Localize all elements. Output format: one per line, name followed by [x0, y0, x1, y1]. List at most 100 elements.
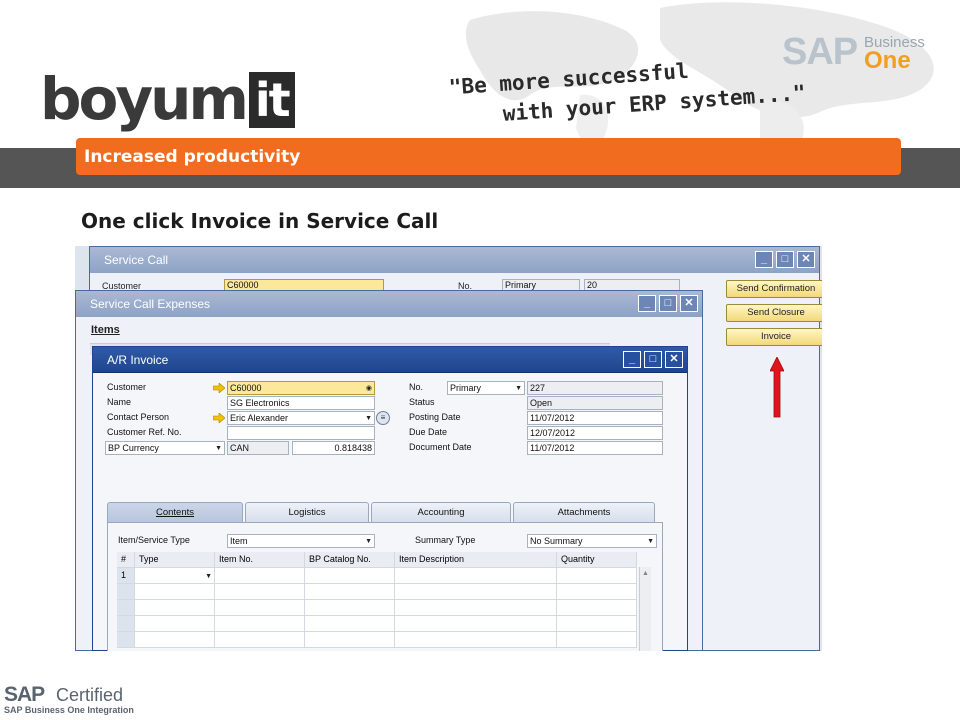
catalog-no-cell[interactable] [305, 632, 395, 647]
invoice-button[interactable]: Invoice [726, 328, 822, 346]
currency-code-field: CAN [227, 441, 289, 455]
logo-it-box: it [248, 72, 295, 128]
quantity-cell[interactable] [557, 632, 637, 647]
item-service-type-select[interactable]: Item ▼ [227, 534, 375, 548]
sap-logo-one: One [864, 47, 911, 74]
description-cell[interactable] [395, 600, 557, 615]
maximize-icon[interactable]: □ [659, 295, 677, 312]
tab-accounting[interactable]: Accounting [371, 502, 511, 522]
chevron-down-icon[interactable]: ▼ [647, 536, 654, 547]
table-row[interactable] [117, 616, 637, 632]
chevron-down-icon[interactable]: ▼ [365, 536, 372, 547]
catalog-no-cell[interactable] [305, 600, 395, 615]
link-arrow-icon[interactable] [213, 383, 225, 393]
tab-contents[interactable]: Contents [107, 502, 243, 522]
doc-series-select[interactable]: Primary ▼ [447, 381, 525, 395]
quantity-cell[interactable] [557, 584, 637, 599]
exchange-rate-field[interactable]: 0.818438 [292, 441, 375, 455]
contact-person-label: Contact Person [107, 412, 170, 422]
send-closure-button[interactable]: Send Closure [726, 304, 822, 322]
customer-field[interactable]: C60000 ◉ [227, 381, 375, 395]
column-header[interactable]: Item No. [215, 552, 305, 567]
type-cell[interactable] [135, 632, 215, 647]
name-field[interactable]: SG Electronics [227, 396, 375, 410]
page-title: One click Invoice in Service Call [81, 209, 439, 233]
description-cell[interactable] [395, 632, 557, 647]
invoice-title: A/R Invoice [107, 353, 169, 367]
status-label: Status [409, 397, 435, 407]
row-number [117, 616, 135, 631]
sap-business-one-logo: SAP Business One [782, 32, 932, 78]
chevron-down-icon[interactable]: ▼ [365, 413, 372, 424]
chevron-down-icon[interactable]: ▼ [215, 443, 222, 454]
quantity-cell[interactable] [557, 600, 637, 615]
description-cell[interactable] [395, 616, 557, 631]
minimize-icon[interactable]: _ [623, 351, 641, 368]
invoice-titlebar: A/R Invoice _ □ ✕ [93, 347, 687, 373]
item-no-cell[interactable] [215, 632, 305, 647]
table-row[interactable] [117, 600, 637, 616]
item-no-cell[interactable] [215, 584, 305, 599]
expenses-title: Service Call Expenses [90, 297, 211, 311]
table-row[interactable] [117, 584, 637, 600]
maximize-icon[interactable]: □ [644, 351, 662, 368]
contact-person-value: Eric Alexander [230, 413, 289, 423]
grid-header-row: # Type Item No. BP Catalog No. Item Desc… [117, 552, 637, 568]
type-cell[interactable] [135, 616, 215, 631]
chevron-down-icon[interactable]: ▼ [205, 569, 212, 583]
bp-currency-select[interactable]: BP Currency ▼ [105, 441, 225, 455]
tab-attachments[interactable]: Attachments [513, 502, 655, 522]
type-cell[interactable]: ▼ [135, 568, 215, 583]
catalog-no-cell[interactable] [305, 568, 395, 583]
document-date-field[interactable]: 11/07/2012 [527, 441, 663, 455]
type-cell[interactable] [135, 600, 215, 615]
bp-currency-label: BP Currency [108, 443, 159, 453]
item-no-cell[interactable] [215, 600, 305, 615]
type-cell[interactable] [135, 584, 215, 599]
scroll-up-icon[interactable]: ▲ [640, 567, 651, 581]
column-header[interactable]: # [117, 552, 135, 567]
contact-details-icon[interactable]: ≡ [376, 411, 390, 425]
close-icon[interactable]: ✕ [680, 295, 698, 312]
description-cell[interactable] [395, 568, 557, 583]
link-arrow-icon[interactable] [213, 413, 225, 423]
minimize-icon[interactable]: _ [638, 295, 656, 312]
posting-date-field[interactable]: 11/07/2012 [527, 411, 663, 425]
summary-type-select[interactable]: No Summary ▼ [527, 534, 657, 548]
quantity-cell[interactable] [557, 616, 637, 631]
due-date-label: Due Date [409, 427, 448, 437]
item-no-cell[interactable] [215, 616, 305, 631]
item-no-cell[interactable] [215, 568, 305, 583]
catalog-no-cell[interactable] [305, 616, 395, 631]
choose-list-icon[interactable]: ◉ [366, 383, 372, 394]
due-date-field[interactable]: 12/07/2012 [527, 426, 663, 440]
description-cell[interactable] [395, 584, 557, 599]
row-number [117, 584, 135, 599]
send-confirmation-button[interactable]: Send Confirmation [726, 280, 822, 298]
red-arrow-icon [770, 357, 784, 418]
maximize-icon[interactable]: □ [776, 251, 794, 268]
quantity-cell[interactable] [557, 568, 637, 583]
customer-ref-field[interactable] [227, 426, 375, 440]
table-row[interactable]: 1 ▼ [117, 568, 637, 584]
row-number: 1 [117, 568, 135, 583]
chevron-down-icon[interactable]: ▼ [515, 383, 522, 394]
doc-no-label: No. [409, 382, 424, 392]
column-header[interactable]: Type [135, 552, 215, 567]
column-header[interactable]: BP Catalog No. [305, 552, 395, 567]
name-label: Name [107, 397, 132, 407]
grid-scrollbar[interactable]: ▲ [639, 567, 651, 651]
close-icon[interactable]: ✕ [665, 351, 683, 368]
column-header[interactable]: Item Description [395, 552, 557, 567]
sap-screenshot: Service Call _ □ ✕ Customer C60000 No. P… [75, 246, 822, 651]
table-row[interactable] [117, 632, 637, 648]
column-header[interactable]: Quantity [557, 552, 637, 567]
section-label: Increased productivity [84, 147, 301, 167]
service-call-titlebar: Service Call _ □ ✕ [90, 247, 819, 273]
status-field: Open [527, 396, 663, 410]
contact-person-field[interactable]: Eric Alexander ▼ [227, 411, 375, 425]
close-icon[interactable]: ✕ [797, 251, 815, 268]
tab-logistics[interactable]: Logistics [245, 502, 369, 522]
minimize-icon[interactable]: _ [755, 251, 773, 268]
catalog-no-cell[interactable] [305, 584, 395, 599]
